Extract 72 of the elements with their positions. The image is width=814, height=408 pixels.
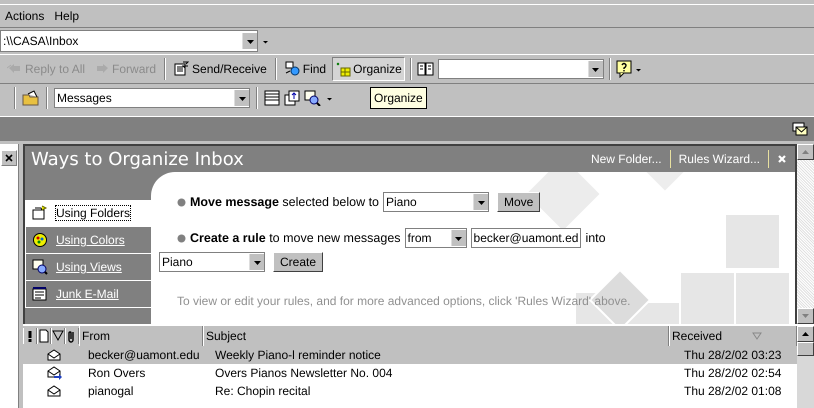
instruction-text: Move message selected below to xyxy=(190,195,379,209)
table-cell-text: Re: Chopin recital xyxy=(214,384,312,398)
organize-tab[interactable]: Using Colors xyxy=(25,227,151,254)
scrollbar[interactable] xyxy=(797,326,814,408)
panel-title: Ways to Organize Inbox xyxy=(31,148,244,170)
help-icon[interactable] xyxy=(616,60,632,78)
envelope-stack-icon xyxy=(792,122,808,136)
organize-tab[interactable]: Using Views xyxy=(25,254,151,281)
address-book-icon[interactable] xyxy=(416,61,435,77)
envelope-icon xyxy=(46,347,62,363)
view-field[interactable]: Messages xyxy=(54,88,250,108)
folder-up-icon[interactable] xyxy=(284,90,300,106)
close-icon[interactable] xyxy=(777,154,787,164)
view-magnifier-icon[interactable] xyxy=(304,90,322,106)
close-icon xyxy=(5,154,13,162)
folders-icon xyxy=(32,205,48,221)
tooltip: Organize xyxy=(370,87,427,109)
envelope-icon xyxy=(46,383,62,399)
table-cell-text: Ron Overs xyxy=(87,366,146,380)
organize-icon xyxy=(335,61,352,77)
close-button[interactable] xyxy=(1,150,17,166)
views-icon xyxy=(32,259,48,275)
hint-text: To view or edit your rules, and for more advanced options, click 'Rules Wizard' above. xyxy=(177,294,632,308)
organize-tab[interactable]: Using Folders xyxy=(25,200,151,227)
table-cell-text: pianogal xyxy=(87,384,134,398)
label: into xyxy=(585,231,606,245)
caret-icon[interactable] xyxy=(326,95,333,101)
importance-icon[interactable] xyxy=(23,328,37,344)
up-arrow-icon xyxy=(802,150,809,154)
toolbar-button[interactable]: Organize xyxy=(332,57,405,81)
organize-tab[interactable]: Junk E-Mail xyxy=(25,281,151,308)
paperclip-icon[interactable] xyxy=(65,328,79,344)
contact-field[interactable] xyxy=(438,59,604,79)
table-cell-text: Overs Pianos Newsletter No. 004 xyxy=(214,366,394,380)
address-input[interactable]: becker@uamont.ed xyxy=(470,228,582,248)
down-arrow-icon xyxy=(802,314,809,318)
message-row[interactable]: pianogal Re: Chopin recital Thu 28/2/02 01:08 xyxy=(23,382,797,400)
instruction-text: Create a rule to move new messages xyxy=(190,231,401,245)
bullet-icon xyxy=(177,234,186,242)
condition-field[interactable]: from xyxy=(404,228,467,248)
message-row[interactable]: Ron Overs Overs Pianos Newsletter No. 004 Thu 28/2/02 02:54 xyxy=(23,364,797,382)
envelope-icon xyxy=(46,365,62,381)
sort-arrow-icon xyxy=(752,332,762,340)
create-button[interactable]: Create xyxy=(273,252,324,272)
table-cell-text: Thu 28/2/02 02:54 xyxy=(683,366,782,380)
junk-icon xyxy=(32,286,48,302)
document-icon[interactable] xyxy=(37,328,51,344)
find-icon xyxy=(284,61,301,77)
menu-item[interactable]: Actions xyxy=(5,9,44,23)
caret-icon[interactable] xyxy=(262,38,269,44)
bullet-icon xyxy=(177,198,186,206)
preview-pane-icon[interactable] xyxy=(264,90,280,106)
folder-field[interactable]: Piano xyxy=(159,252,265,272)
send-receive-icon xyxy=(174,61,190,77)
folder-field[interactable]: Piano xyxy=(383,192,489,212)
caret-icon[interactable] xyxy=(634,66,642,72)
header-link[interactable]: Rules Wizard... xyxy=(678,152,760,166)
address-field[interactable]: :\\CASA\Inbox xyxy=(0,30,258,52)
table-cell-text: Thu 28/2/02 01:08 xyxy=(683,384,782,398)
flag-icon[interactable] xyxy=(51,328,65,344)
scrollbar[interactable] xyxy=(797,144,814,324)
header-link[interactable]: New Folder... xyxy=(590,152,662,166)
move-button[interactable]: Move xyxy=(497,192,540,212)
table-cell-text: Thu 28/2/02 03:23 xyxy=(683,348,782,362)
up-arrow-icon xyxy=(802,332,809,336)
message-row[interactable]: becker@uamont.edu Weekly Piano-l reminder notice Thu 28/2/02 03:23 xyxy=(23,346,797,364)
table-cell-text: Weekly Piano-l reminder notice xyxy=(214,348,382,362)
folder-icon[interactable] xyxy=(22,90,40,106)
colors-icon xyxy=(32,232,48,248)
table-cell-text: becker@uamont.edu xyxy=(87,348,201,362)
menu-item[interactable]: Help xyxy=(54,9,80,23)
scroll-thumb[interactable] xyxy=(797,342,814,356)
